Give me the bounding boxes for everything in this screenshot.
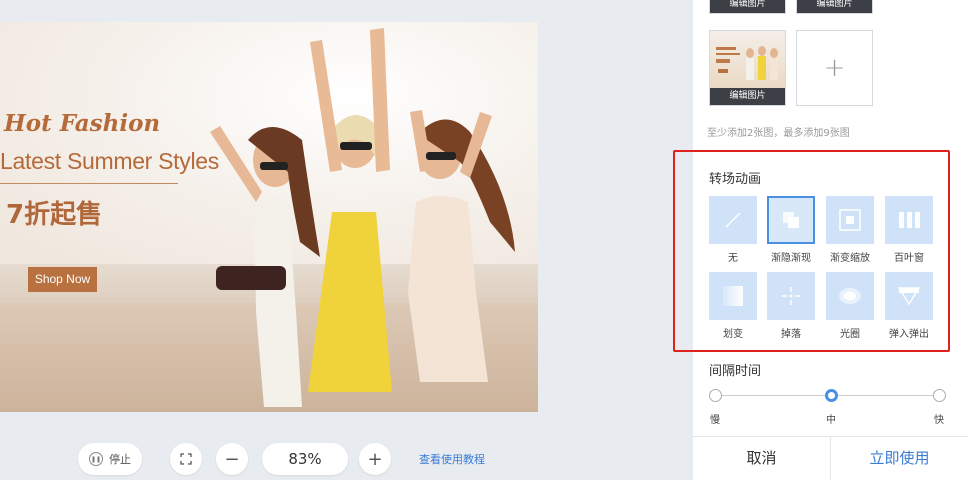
anim-label: 无: [728, 253, 738, 264]
thumbnail-preview-icon: [716, 46, 778, 80]
shop-now-button[interactable]: Shop Now: [28, 267, 97, 292]
transition-option-bounce[interactable]: 弹入弹出: [885, 272, 933, 340]
stop-button[interactable]: ❚❚ 停止: [78, 443, 142, 475]
thumbnail-slot-1[interactable]: 编辑图片: [709, 0, 786, 14]
zoom-level-display: 83%: [262, 443, 348, 475]
anim-label: 百叶窗: [894, 253, 924, 264]
banner-discount-text: 7折起售: [6, 200, 103, 230]
fullscreen-button[interactable]: [170, 443, 202, 475]
drop-icon: [782, 287, 800, 305]
plus-icon: +: [823, 53, 846, 83]
interval-option-fast[interactable]: [933, 389, 946, 402]
anim-tile: [885, 196, 933, 244]
fade-icon: [783, 212, 799, 228]
image-count-hint: 至少添加2张图，最多添加9张图: [707, 128, 850, 139]
transition-option-zoom[interactable]: 渐变缩放: [826, 196, 874, 264]
transition-option-drop[interactable]: 掉落: [767, 272, 815, 340]
transition-option-none[interactable]: 无: [709, 196, 757, 264]
transition-option-fade[interactable]: 渐隐渐现: [767, 196, 815, 264]
fullscreen-icon: [180, 453, 192, 465]
thumbnail-image: [710, 31, 785, 89]
edit-image-button[interactable]: 编辑图片: [710, 0, 785, 13]
anim-label: 渐隐渐现: [771, 253, 811, 264]
settings-panel: 编辑图片 编辑图片 编辑图片 + 至少添加2张图，最多添加9张图 转场动画 无 …: [673, 0, 968, 480]
slash-icon: [725, 212, 741, 228]
thumbnail-slot-2[interactable]: 编辑图片: [796, 0, 873, 14]
anim-tile: [709, 196, 757, 244]
anim-label: 弹入弹出: [889, 329, 929, 340]
interval-option-medium[interactable]: [825, 389, 838, 402]
banner-preview[interactable]: Hot Fashion Latest Summer Styles 7折起售 Sh…: [0, 22, 538, 412]
anim-tile-selected: [767, 196, 815, 244]
pause-icon: ❚❚: [89, 452, 103, 466]
anim-tile: [885, 272, 933, 320]
plus-icon: +: [367, 448, 383, 470]
interval-label-fast: 快: [934, 415, 944, 426]
banner-models-image: [210, 28, 515, 407]
anim-tile: [826, 272, 874, 320]
transition-option-iris[interactable]: 光圈: [826, 272, 874, 340]
anim-label: 光圈: [840, 329, 860, 340]
apply-button[interactable]: 立即使用: [831, 436, 968, 480]
anim-tile: [767, 272, 815, 320]
transition-title: 转场动画: [709, 172, 762, 187]
cancel-button[interactable]: 取消: [693, 436, 830, 480]
anim-label: 渐变缩放: [830, 253, 870, 264]
zoom-in-button[interactable]: +: [359, 443, 391, 475]
anim-label: 划变: [723, 329, 743, 340]
blinds-icon: [899, 212, 920, 228]
anim-tile: [826, 196, 874, 244]
transition-option-wipe[interactable]: 划变: [709, 272, 757, 340]
tutorial-link[interactable]: 查看使用教程: [419, 451, 485, 467]
zoom-icon: [839, 209, 861, 231]
transition-option-blinds[interactable]: 百叶窗: [885, 196, 933, 264]
wipe-icon: [723, 286, 743, 306]
anim-tile: [709, 272, 757, 320]
add-image-button[interactable]: +: [796, 30, 873, 106]
anim-label: 掉落: [781, 329, 801, 340]
stop-label: 停止: [109, 453, 131, 466]
banner-divider: [0, 183, 178, 184]
interval-label-slow: 慢: [710, 415, 720, 426]
interval-title: 间隔时间: [709, 364, 762, 379]
canvas-area: Hot Fashion Latest Summer Styles 7折起售 Sh…: [0, 0, 693, 480]
bounce-icon: [897, 287, 921, 306]
edit-image-button[interactable]: 编辑图片: [797, 0, 872, 13]
interval-option-slow[interactable]: [709, 389, 722, 402]
banner-headline-secondary: Latest Summer Styles: [0, 148, 219, 174]
interval-label-medium: 中: [826, 415, 836, 426]
banner-headline-primary: Hot Fashion: [4, 110, 161, 137]
minus-icon: −: [224, 448, 240, 470]
zoom-out-button[interactable]: −: [216, 443, 248, 475]
thumbnail-slot-3[interactable]: 编辑图片: [709, 30, 786, 106]
edit-image-button[interactable]: 编辑图片: [710, 88, 785, 105]
iris-icon: [839, 288, 861, 304]
